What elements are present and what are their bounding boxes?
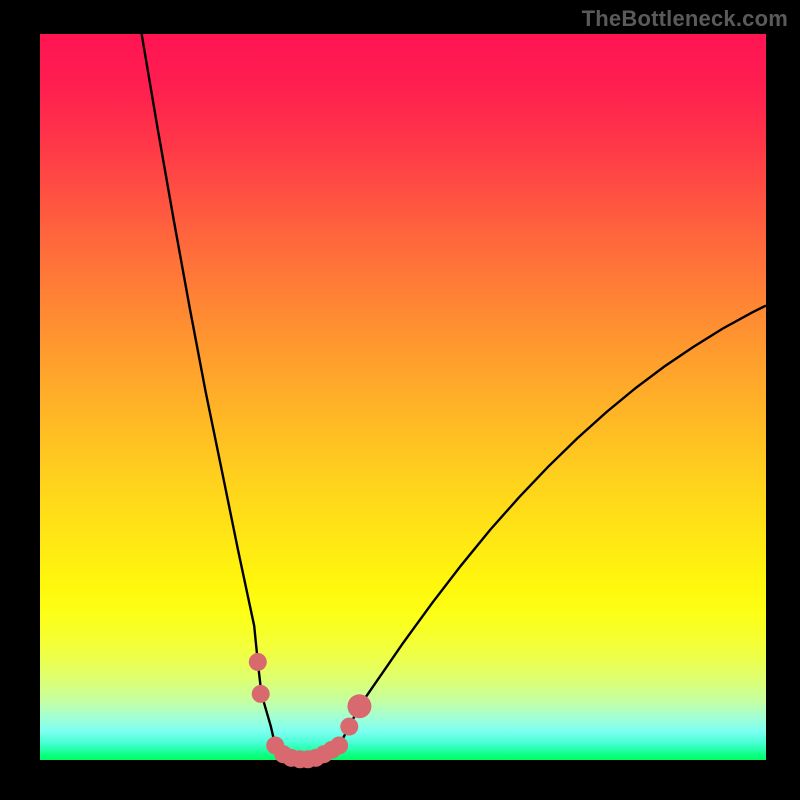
data-point — [252, 685, 270, 703]
outer-frame: TheBottleneck.com — [0, 0, 800, 800]
data-point — [347, 694, 371, 718]
watermark-text: TheBottleneck.com — [582, 6, 788, 32]
data-point — [340, 718, 358, 736]
data-point — [249, 653, 267, 671]
bottleneck-curve — [142, 34, 766, 759]
chart-svg — [40, 34, 766, 760]
curve-group — [142, 34, 766, 759]
data-point — [330, 736, 348, 754]
plot-area — [40, 34, 766, 760]
